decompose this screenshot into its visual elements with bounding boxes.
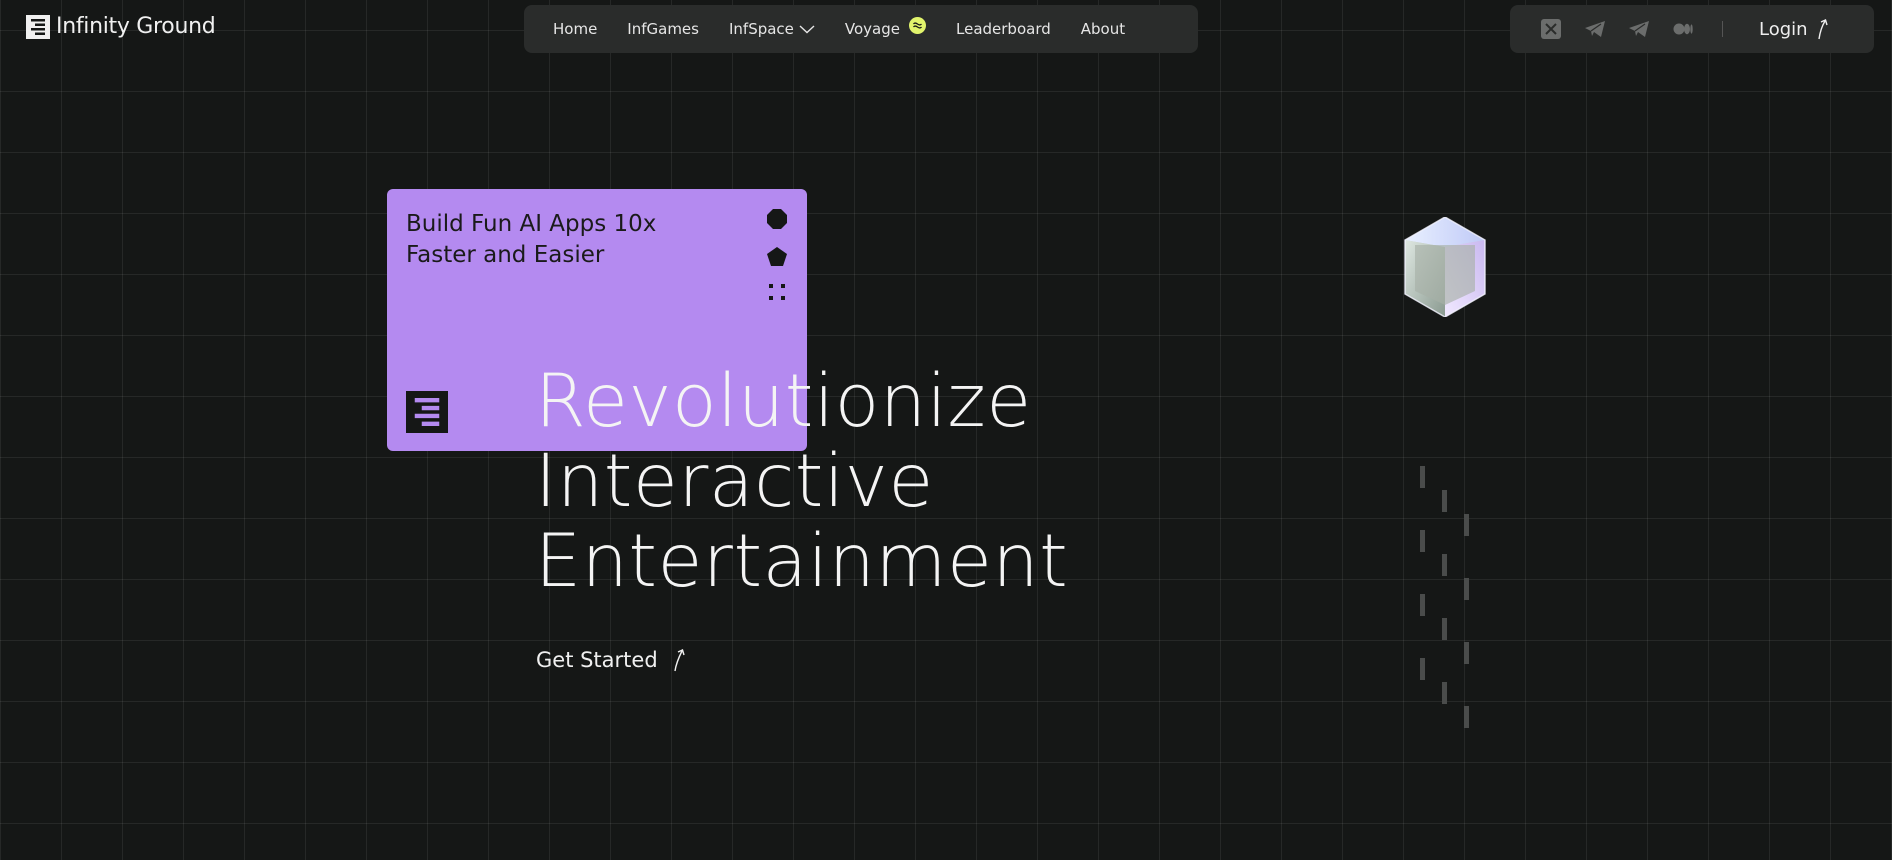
nav-item-label: InfSpace bbox=[728, 20, 794, 38]
dash-mark bbox=[1442, 682, 1447, 704]
telegram-icon[interactable] bbox=[1628, 18, 1650, 40]
arrow-up-right-icon bbox=[673, 649, 685, 672]
dash-mark bbox=[1464, 578, 1469, 600]
dash-mark bbox=[1464, 514, 1469, 536]
infinity-ground-logo-icon bbox=[26, 14, 50, 39]
dash-mark bbox=[1420, 466, 1425, 488]
dash-mark bbox=[1420, 658, 1425, 680]
divider bbox=[1722, 21, 1723, 37]
infinity-ground-logo-icon bbox=[406, 391, 448, 433]
nav-item-voyage[interactable]: Voyage bbox=[830, 5, 941, 53]
dash-mark bbox=[1442, 490, 1447, 512]
social-bar: Login bbox=[1510, 5, 1874, 53]
hero-line: Entertainment bbox=[535, 519, 1069, 604]
telegram-icon[interactable] bbox=[1584, 18, 1606, 40]
nav-item-label: InfGames bbox=[627, 20, 699, 38]
dashed-lines-decoration bbox=[1418, 466, 1470, 736]
hero-line: Interactive bbox=[535, 439, 934, 524]
medium-icon[interactable] bbox=[1672, 18, 1694, 40]
x-icon[interactable] bbox=[1540, 18, 1562, 40]
get-started-button[interactable]: Get Started bbox=[536, 648, 688, 672]
dash-mark bbox=[1442, 554, 1447, 576]
brand-name: Infinity Ground bbox=[56, 14, 216, 39]
nav-item-label: Voyage bbox=[844, 20, 900, 38]
hero-line: Revolutionize bbox=[535, 359, 1032, 444]
nav-item-label: Leaderboard bbox=[956, 20, 1051, 38]
hero-heading: Revolutionize Interactive Entertainment bbox=[535, 362, 1068, 602]
card-shapes bbox=[767, 209, 787, 300]
dash-mark bbox=[1464, 706, 1469, 728]
nav-item-home[interactable]: Home bbox=[538, 5, 612, 53]
dash-mark bbox=[1464, 642, 1469, 664]
chevron-down-icon bbox=[799, 25, 815, 34]
nav-item-infgames[interactable]: InfGames bbox=[612, 5, 714, 53]
login-label: Login bbox=[1759, 18, 1808, 40]
nav-item-label: About bbox=[1080, 20, 1126, 38]
pentagon-icon bbox=[767, 247, 787, 266]
octagon-icon bbox=[767, 209, 787, 229]
dash-mark bbox=[1420, 530, 1425, 552]
nav-item-label: Home bbox=[553, 20, 598, 38]
nav-item-infspace[interactable]: InfSpace bbox=[714, 5, 830, 53]
promo-card-title: Build Fun AI Apps 10x Faster and Easier bbox=[406, 211, 657, 268]
login-button[interactable]: Login bbox=[1759, 18, 1830, 40]
voyage-badge-icon bbox=[909, 16, 926, 34]
dash-mark bbox=[1420, 594, 1425, 616]
main-nav: Home InfGames InfSpace Voyage Leaderboar… bbox=[524, 5, 1198, 53]
nav-item-leaderboard[interactable]: Leaderboard bbox=[941, 5, 1066, 53]
dots-grid-icon bbox=[769, 284, 785, 300]
get-started-label: Get Started bbox=[536, 648, 658, 672]
dash-mark bbox=[1442, 618, 1447, 640]
crystal-gem-icon bbox=[1404, 217, 1486, 317]
arrow-up-right-icon bbox=[1817, 19, 1828, 40]
nav-item-about[interactable]: About bbox=[1066, 5, 1140, 53]
brand-logo[interactable]: Infinity Ground bbox=[26, 14, 216, 39]
